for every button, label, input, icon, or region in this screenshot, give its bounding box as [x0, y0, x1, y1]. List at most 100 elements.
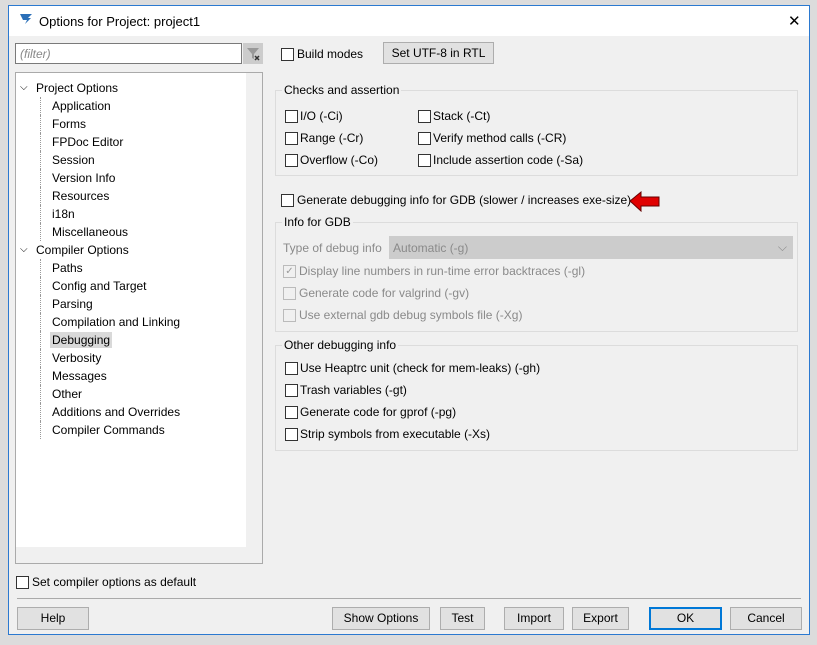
tree-item-parsing[interactable]: Parsing [50, 296, 95, 312]
check-checkbox[interactable] [418, 154, 431, 167]
tree-item-miscellaneous[interactable]: Miscellaneous [50, 224, 130, 240]
other-debug-label: Use Heaptrc unit (check for mem-leaks) (… [300, 361, 541, 375]
other-debug-label: Trash variables (-gt) [300, 383, 407, 397]
other-debug-label: Strip symbols from executable (-Xs) [300, 427, 491, 441]
tree-line [40, 313, 42, 331]
debug-type-label: Type of debug info [283, 241, 382, 255]
show-options-button[interactable]: Show Options [332, 607, 430, 630]
tree-line [40, 403, 42, 421]
tree-line [40, 331, 42, 349]
line-numbers-checkbox[interactable]: ✓ [283, 265, 296, 278]
tree-line [40, 421, 42, 439]
chevron-down-icon[interactable]: ⌵ [20, 79, 28, 97]
tree-item-compiler-commands[interactable]: Compiler Commands [50, 422, 167, 438]
horizontal-scrollbar[interactable] [16, 547, 262, 563]
tree-line [40, 205, 42, 223]
test-button[interactable]: Test [440, 607, 485, 630]
other-debug-checkbox[interactable] [285, 406, 298, 419]
generate-gdb-label: Generate debugging info for GDB (slower … [297, 193, 632, 207]
tree-line [40, 151, 42, 169]
tree-item-paths[interactable]: Paths [50, 260, 85, 276]
tree-line [40, 97, 42, 115]
default-options-label: Set compiler options as default [32, 575, 197, 589]
check-checkbox[interactable] [285, 132, 298, 145]
lazarus-icon [20, 14, 32, 24]
check-label: Range (-Cr) [300, 131, 364, 145]
tree-item-i18n[interactable]: i18n [50, 206, 77, 222]
tree-item-session[interactable]: Session [50, 152, 97, 168]
tree-item-resources[interactable]: Resources [50, 188, 111, 204]
close-button[interactable]: ✕ [788, 12, 801, 30]
options-tree[interactable]: ⌵ Project Options Application Forms FPDoc Ed… [15, 72, 263, 564]
tree-line [40, 169, 42, 187]
filter-clear-icon [247, 48, 260, 61]
tree-item-other[interactable]: Other [50, 386, 84, 402]
help-button[interactable]: Help [17, 607, 89, 630]
set-utf8-button[interactable]: Set UTF-8 in RTL [383, 42, 494, 64]
line-numbers-label: Display line numbers in run-time error b… [299, 264, 586, 278]
check-label: Verify method calls (-CR) [433, 131, 567, 145]
check-label: I/O (-Ci) [300, 109, 343, 123]
tree-line [40, 133, 42, 151]
tree-line [40, 349, 42, 367]
other-debug-checkbox[interactable] [285, 362, 298, 375]
chevron-down-icon: ⌵ [777, 240, 787, 254]
other-debug-title: Other debugging info [282, 338, 399, 352]
check-checkbox[interactable] [285, 110, 298, 123]
tree-line [40, 223, 42, 241]
check-checkbox[interactable] [418, 132, 431, 145]
tree-item-version-info[interactable]: Version Info [50, 170, 117, 186]
cancel-button[interactable]: Cancel [730, 607, 802, 630]
check-label: Stack (-Ct) [433, 109, 491, 123]
check-checkbox[interactable] [418, 110, 431, 123]
valgrind-label: Generate code for valgrind (-gv) [299, 286, 470, 300]
tree-line [40, 367, 42, 385]
import-button[interactable]: Import [504, 607, 564, 630]
debug-type-select[interactable]: Automatic (-g) ⌵ [389, 236, 793, 259]
clear-filter-button[interactable] [243, 43, 263, 64]
tree-line [40, 385, 42, 403]
tree-item-verbosity[interactable]: Verbosity [50, 350, 103, 366]
export-button[interactable]: Export [572, 607, 629, 630]
other-debug-label: Generate code for gprof (-pg) [300, 405, 457, 419]
build-modes-label: Build modes [297, 47, 364, 61]
divider [17, 598, 801, 599]
valgrind-checkbox[interactable] [283, 287, 296, 300]
tree-item-additions-and-overrides[interactable]: Additions and Overrides [50, 404, 182, 420]
options-dialog: Options for Project: project1 ✕ (filter)… [8, 5, 810, 635]
tree-item-config-and-target[interactable]: Config and Target [50, 278, 149, 294]
external-symbols-checkbox[interactable] [283, 309, 296, 322]
chevron-down-icon[interactable]: ⌵ [20, 241, 28, 259]
tree-item-debugging[interactable]: Debugging [50, 332, 113, 348]
debug-type-value: Automatic (-g) [393, 241, 469, 255]
tree-line [40, 187, 42, 205]
tree-item-forms[interactable]: Forms [50, 116, 88, 132]
title-bar: Options for Project: project1 ✕ [9, 6, 809, 36]
vertical-scrollbar[interactable] [246, 73, 262, 547]
tree-group-label[interactable]: Project Options [36, 79, 118, 97]
check-label: Overflow (-Co) [300, 153, 379, 167]
tree-item-messages[interactable]: Messages [50, 368, 109, 384]
tree-line [40, 115, 42, 133]
other-debug-checkbox[interactable] [285, 428, 298, 441]
external-symbols-label: Use external gdb debug symbols file (-Xg… [299, 308, 523, 322]
ok-button[interactable]: OK [649, 607, 722, 630]
tree-group-label[interactable]: Compiler Options [36, 241, 129, 259]
check-label: Include assertion code (-Sa) [433, 153, 584, 167]
checks-title: Checks and assertion [282, 83, 402, 97]
build-modes-checkbox[interactable] [281, 48, 294, 61]
red-arrow-icon [629, 190, 660, 212]
default-options-checkbox[interactable] [16, 576, 29, 589]
tree-line [40, 295, 42, 313]
tree-item-fpdoc-editor[interactable]: FPDoc Editor [50, 134, 125, 150]
generate-gdb-checkbox[interactable] [281, 194, 294, 207]
tree-line [40, 259, 42, 277]
filter-input[interactable]: (filter) [15, 43, 242, 64]
filter-placeholder: (filter) [20, 47, 51, 61]
other-debug-checkbox[interactable] [285, 384, 298, 397]
tree-item-application[interactable]: Application [50, 98, 113, 114]
check-checkbox[interactable] [285, 154, 298, 167]
tree-item-compilation-and-linking[interactable]: Compilation and Linking [50, 314, 182, 330]
gdb-info-title: Info for GDB [282, 215, 353, 229]
tree-line [40, 277, 42, 295]
